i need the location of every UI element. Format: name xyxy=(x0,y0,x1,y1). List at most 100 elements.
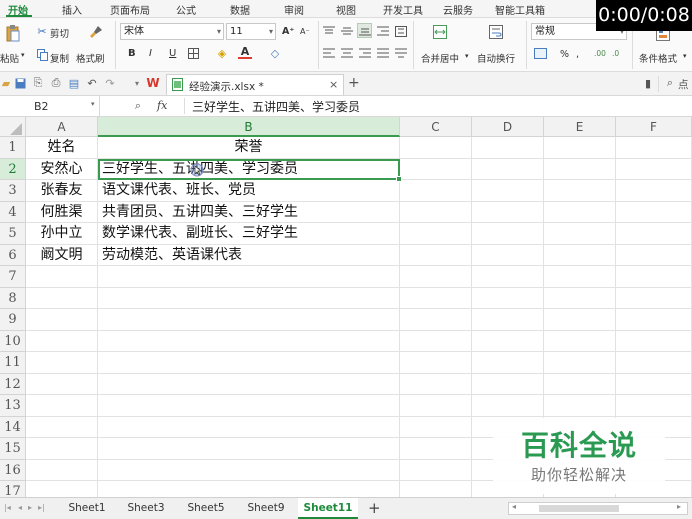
shrink-font-button[interactable]: A⁻ xyxy=(300,27,310,36)
grid-cell[interactable] xyxy=(544,266,616,288)
undo-icon[interactable]: ↶ xyxy=(86,77,98,90)
grid-cell[interactable] xyxy=(26,416,98,438)
grid-cell[interactable] xyxy=(472,137,544,159)
tab-formulas[interactable]: 公式 xyxy=(176,2,196,17)
grid-cell[interactable] xyxy=(400,416,472,438)
grid-cell[interactable] xyxy=(400,137,472,159)
format-painter-button[interactable]: 格式刷 xyxy=(76,51,105,65)
cut-button[interactable]: 剪切 xyxy=(50,26,69,40)
grid-cell[interactable] xyxy=(472,266,544,288)
customize-dropdown-icon[interactable]: ▾ xyxy=(132,77,142,89)
grid-cell[interactable] xyxy=(26,481,98,497)
grid-cell[interactable] xyxy=(616,223,692,245)
grid-cell[interactable] xyxy=(400,201,472,223)
next-sheet-icon[interactable]: ▸ xyxy=(28,503,32,512)
grid-cell[interactable] xyxy=(616,287,692,309)
grid-cell[interactable] xyxy=(98,481,400,497)
grid-cell[interactable] xyxy=(616,330,692,352)
grid-cell[interactable]: 孙中立 xyxy=(26,223,98,245)
grid-cell[interactable]: 张春友 xyxy=(26,180,98,202)
grid-cell[interactable] xyxy=(472,309,544,331)
grid-cell[interactable] xyxy=(98,416,400,438)
grid-cell[interactable] xyxy=(544,373,616,395)
first-sheet-icon[interactable]: |◂ xyxy=(4,503,11,512)
prev-sheet-icon[interactable]: ◂ xyxy=(18,503,22,512)
grid-cell[interactable] xyxy=(98,438,400,460)
grid-cell[interactable] xyxy=(544,395,616,417)
grid-cell[interactable]: 阚文明 xyxy=(26,244,98,266)
zoom-icon[interactable]: ⌕ xyxy=(132,99,144,112)
grid-cell[interactable] xyxy=(472,352,544,374)
row-header[interactable]: 1 xyxy=(0,137,26,159)
tab-insert[interactable]: 插入 xyxy=(62,2,82,17)
grid-cell[interactable] xyxy=(472,223,544,245)
grid-cell[interactable] xyxy=(400,438,472,460)
row-header[interactable]: 2 xyxy=(0,158,26,180)
grid-cell[interactable] xyxy=(98,309,400,331)
close-tab-icon[interactable]: × xyxy=(329,78,338,91)
merge-cells-icon[interactable] xyxy=(432,24,448,40)
font-size-select[interactable]: 11 ▾ xyxy=(226,23,276,40)
name-box[interactable]: B2 ▾ xyxy=(0,96,100,116)
grid-cell[interactable] xyxy=(544,223,616,245)
select-all-corner[interactable] xyxy=(0,117,26,137)
paste-button[interactable]: 粘贴 xyxy=(0,51,19,65)
new-tab-button[interactable]: + xyxy=(348,75,360,91)
align-center-icon[interactable] xyxy=(340,47,353,59)
column-header-f[interactable]: F xyxy=(616,117,692,137)
align-bottom-icon[interactable] xyxy=(357,23,372,38)
bold-button[interactable]: B xyxy=(128,48,136,59)
grid-cell[interactable] xyxy=(26,373,98,395)
scissors-icon[interactable]: ✂ xyxy=(36,25,48,38)
sheet-tab[interactable]: Sheet9 xyxy=(238,498,294,519)
grid-cell[interactable] xyxy=(544,201,616,223)
grid-cell[interactable] xyxy=(472,180,544,202)
column-header-e[interactable]: E xyxy=(544,117,616,137)
grid-cell[interactable] xyxy=(472,330,544,352)
distributed-icon[interactable] xyxy=(394,47,407,59)
grid-cell[interactable]: 共青团员、五讲四美、三好学生 xyxy=(98,201,400,223)
grid-cell[interactable] xyxy=(616,158,692,180)
tab-view[interactable]: 视图 xyxy=(336,2,356,17)
grid-cell[interactable] xyxy=(544,158,616,180)
scroll-left-icon[interactable]: ◂ xyxy=(512,502,516,511)
grid-cell[interactable] xyxy=(400,287,472,309)
grid-cell[interactable] xyxy=(544,180,616,202)
row-header[interactable]: 10 xyxy=(0,330,26,352)
grid-cell[interactable] xyxy=(400,373,472,395)
copy-icon[interactable] xyxy=(36,49,48,61)
grid-cell[interactable] xyxy=(400,266,472,288)
grid-cell[interactable] xyxy=(472,395,544,417)
align-middle-icon[interactable] xyxy=(340,25,353,37)
sheet-tab[interactable]: Sheet1 xyxy=(60,498,114,519)
column-header-c[interactable]: C xyxy=(400,117,472,137)
row-header[interactable]: 15 xyxy=(0,438,26,460)
grid-cell[interactable]: 数学课代表、副班长、三好学生 xyxy=(98,223,400,245)
sheet-tab[interactable]: Sheet5 xyxy=(178,498,234,519)
brush-icon[interactable] xyxy=(88,24,104,40)
grid-cell[interactable] xyxy=(26,395,98,417)
horizontal-scrollbar[interactable]: ◂ ▸ xyxy=(508,502,688,515)
decrease-decimal-button[interactable]: .0 xyxy=(612,49,619,58)
row-header[interactable]: 6 xyxy=(0,244,26,266)
grid-cell[interactable] xyxy=(472,373,544,395)
conditional-format-button[interactable]: 条件格式 xyxy=(639,51,677,65)
grid-cell[interactable] xyxy=(26,309,98,331)
print-icon[interactable]: ⎙ xyxy=(50,76,62,89)
percent-button[interactable]: % xyxy=(560,49,569,60)
column-header-b[interactable]: B xyxy=(98,117,400,137)
grid-cell[interactable] xyxy=(616,244,692,266)
row-header[interactable]: 16 xyxy=(0,459,26,481)
search-input[interactable]: 点 xyxy=(678,77,689,92)
grid-cell[interactable] xyxy=(26,459,98,481)
grid-cell[interactable] xyxy=(400,481,472,497)
sheet-tab[interactable]: Sheet3 xyxy=(118,498,174,519)
scroll-right-icon[interactable]: ▸ xyxy=(677,502,681,511)
grid-cell[interactable] xyxy=(400,180,472,202)
grid-cell[interactable]: 安然心 xyxy=(26,158,98,180)
grid-cell[interactable] xyxy=(400,459,472,481)
sheet-tab[interactable]: Sheet11 xyxy=(298,498,358,519)
last-sheet-icon[interactable]: ▸| xyxy=(38,503,45,512)
align-top-icon[interactable] xyxy=(322,25,335,37)
align-right-icon[interactable] xyxy=(358,47,371,59)
